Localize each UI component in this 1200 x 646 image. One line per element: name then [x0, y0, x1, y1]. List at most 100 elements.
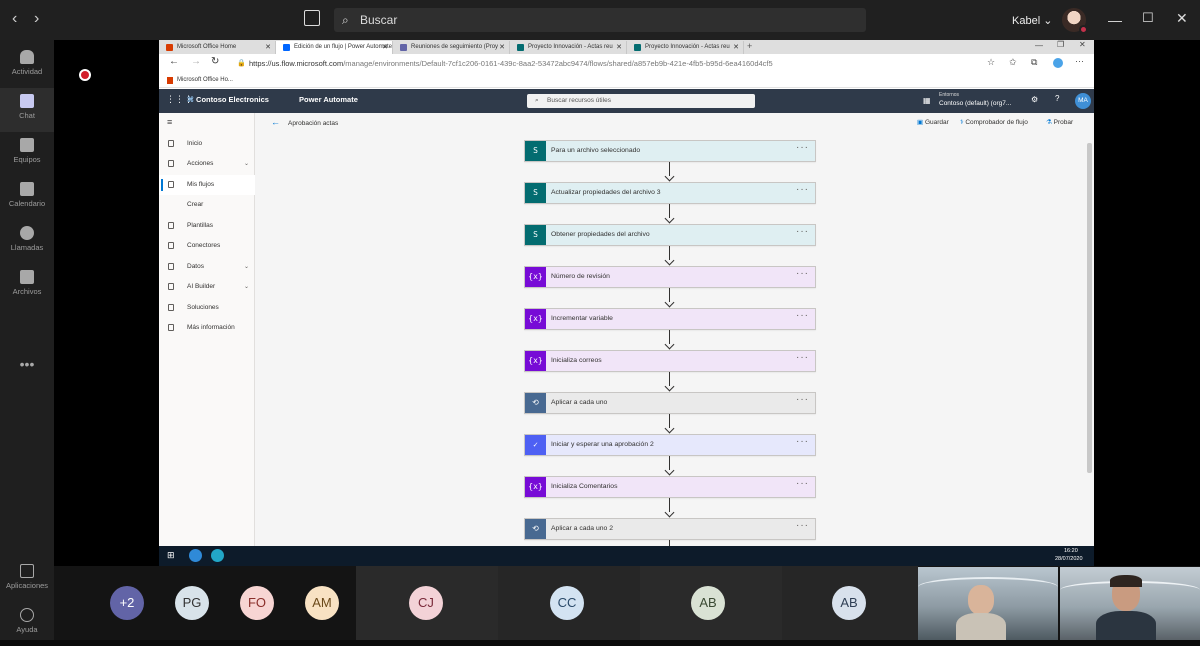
browser-tab[interactable]: Proyecto Innovación - Actas reu ✕ — [627, 41, 744, 54]
flow-step-card[interactable]: {x} Incrementar variable ··· — [524, 308, 816, 330]
rail-item-aplicaciones[interactable]: Aplicaciones — [0, 558, 54, 602]
forward-icon[interactable]: → — [191, 56, 201, 67]
org-name[interactable]: ⌘ Contoso Electronics — [187, 95, 269, 104]
minimize-icon[interactable]: — — [1108, 12, 1122, 28]
participant-avatar[interactable]: CJ — [409, 586, 443, 620]
nav-item-ai-builder[interactable]: AI Builder ⌄ — [159, 277, 255, 297]
step-menu-icon[interactable]: ··· — [796, 222, 809, 242]
nav-item-acciones[interactable]: Acciones ⌄ — [159, 154, 255, 174]
step-menu-icon[interactable]: ··· — [796, 432, 809, 452]
edge-icon[interactable] — [189, 549, 202, 562]
browser-tab[interactable]: Microsoft Office Home ✕ — [159, 41, 276, 54]
nav-item-plantillas[interactable]: Plantillas — [159, 216, 255, 236]
star-icon[interactable]: ☆ — [987, 57, 995, 68]
close-tab-icon[interactable]: ✕ — [265, 43, 271, 51]
step-menu-icon[interactable]: ··· — [796, 180, 809, 200]
forward-icon[interactable]: › — [34, 10, 39, 28]
rail-item-llamadas[interactable]: Llamadas — [0, 220, 54, 264]
flow-step-card[interactable]: S Para un archivo seleccionado ··· — [524, 140, 816, 162]
participant-avatar[interactable]: AM — [305, 586, 339, 620]
flow-step-card[interactable]: {x} Inicializa correos ··· — [524, 350, 816, 372]
close-tab-icon[interactable]: ✕ — [382, 43, 388, 51]
search-input[interactable]: ⌕ Buscar — [334, 8, 866, 32]
flow-connector-arrow — [665, 288, 675, 308]
participant-avatar[interactable]: +2 — [110, 586, 144, 620]
nav-item-inicio[interactable]: Inicio — [159, 134, 255, 154]
nav-item-crear[interactable]: Crear — [159, 195, 255, 215]
step-label: Número de revisión — [551, 273, 610, 280]
step-menu-icon[interactable]: ··· — [796, 306, 809, 326]
profile-icon[interactable] — [1053, 58, 1063, 68]
nav-item-conectores[interactable]: Conectores — [159, 236, 255, 256]
windows-start-icon[interactable]: ⊞ — [167, 550, 175, 561]
close-icon[interactable]: ✕ — [1176, 10, 1188, 27]
url-field[interactable]: 🔒 https://us.flow.microsoft.com/manage/en… — [237, 57, 967, 71]
browser-tab[interactable]: Proyecto Innovación - Actas reu ✕ — [510, 41, 627, 54]
step-menu-icon[interactable]: ··· — [796, 516, 809, 536]
flow-step-card[interactable]: {x} Inicializa Comentarios ··· — [524, 476, 816, 498]
rail-item-calendario[interactable]: Calendario — [0, 176, 54, 220]
rail-item-equipos[interactable]: Equipos — [0, 132, 54, 176]
participant-avatar[interactable]: PG — [175, 586, 209, 620]
flow-step-card[interactable]: ✓ Iniciar y esperar una aprobación 2 ··· — [524, 434, 816, 456]
refresh-icon[interactable]: ↻ — [211, 56, 219, 67]
favorites-icon[interactable]: ✩ — [1009, 57, 1017, 68]
flow-step-card[interactable]: S Obtener propiedades del archivo ··· — [524, 224, 816, 246]
step-menu-icon[interactable]: ··· — [796, 390, 809, 410]
avatar[interactable] — [1062, 8, 1088, 34]
close-tab-icon[interactable]: ✕ — [616, 43, 622, 51]
product-name[interactable]: Power Automate — [299, 95, 358, 104]
maximize-icon[interactable]: ☐ — [1142, 10, 1154, 26]
flow-step-card[interactable]: {x} Número de revisión ··· — [524, 266, 816, 288]
rail-item-chat[interactable]: Chat — [0, 88, 54, 132]
participant-avatar[interactable]: FO — [240, 586, 274, 620]
nav-item-mas-informacion[interactable]: Más información — [159, 318, 255, 338]
teams-rail: Actividad Chat Equipos Calendario Llamad… — [0, 40, 54, 640]
nav-item-soluciones[interactable]: Soluciones — [159, 298, 255, 318]
nav-item-datos[interactable]: Datos ⌄ — [159, 257, 255, 277]
user-name[interactable]: Kabel ⌄ — [1012, 14, 1052, 27]
settings-icon[interactable]: ⚙ — [1031, 95, 1038, 104]
more-apps-icon[interactable]: ••• — [0, 356, 54, 372]
back-icon[interactable]: ‹ — [12, 10, 17, 28]
flow-step-card[interactable]: ⟲ Aplicar a cada uno 2 ··· — [524, 518, 816, 540]
nav-item-mis-flujos[interactable]: Mis flujos — [159, 175, 255, 195]
participant-avatar[interactable]: AB — [691, 586, 725, 620]
participant-avatar[interactable]: CC — [550, 586, 584, 620]
more-icon[interactable]: ··· — [1075, 56, 1084, 66]
scrollbar[interactable] — [1087, 143, 1092, 473]
close-tab-icon[interactable]: ✕ — [733, 43, 739, 51]
participant-avatar[interactable]: AB — [832, 586, 866, 620]
close-tab-icon[interactable]: ✕ — [499, 43, 505, 51]
flow-step-card[interactable]: S Actualizar propiedades del archivo 3 ··· — [524, 182, 816, 204]
avatar[interactable]: MA — [1075, 93, 1091, 109]
back-icon[interactable]: ← — [169, 56, 179, 67]
new-chat-icon[interactable] — [304, 10, 320, 26]
approval-icon: ✓ — [525, 435, 546, 455]
step-menu-icon[interactable]: ··· — [796, 348, 809, 368]
browser-tab[interactable]: Reuniones de seguimiento (Proy ✕ — [393, 41, 510, 54]
env-selector[interactable]: Contoso (default) (org7... — [939, 100, 1011, 107]
participant-video[interactable] — [1060, 567, 1200, 640]
edge-icon-2[interactable] — [211, 549, 224, 562]
search-icon: ⌕ — [342, 13, 349, 27]
step-menu-icon[interactable]: ··· — [796, 264, 809, 284]
participant-video[interactable] — [918, 567, 1058, 640]
rail-item-actividad[interactable]: Actividad — [0, 44, 54, 88]
step-menu-icon[interactable]: ··· — [796, 474, 809, 494]
flow-connector-arrow — [665, 204, 675, 224]
help-icon[interactable]: ? — [1055, 94, 1059, 103]
close-icon[interactable]: ✕ — [1079, 40, 1086, 49]
hamburger-icon[interactable]: ≡ — [167, 117, 172, 127]
collections-icon[interactable]: ⧉ — [1031, 57, 1037, 68]
flow-step-card[interactable]: ⟲ Aplicar a cada uno ··· — [524, 392, 816, 414]
minimize-icon[interactable]: — — [1035, 41, 1043, 50]
step-menu-icon[interactable]: ··· — [796, 138, 809, 158]
rail-item-archivos[interactable]: Archivos — [0, 264, 54, 308]
favorite-link[interactable]: Microsoft Office Ho... — [177, 77, 233, 83]
new-tab-icon[interactable]: + — [747, 41, 752, 51]
pa-search-input[interactable]: ⌕ Buscar recursos útiles — [527, 94, 755, 108]
rail-item-ayuda[interactable]: Ayuda — [0, 602, 54, 646]
browser-tab[interactable]: Edición de un flujo | Power Automate ✕ — [276, 41, 393, 54]
restore-icon[interactable]: ❐ — [1057, 40, 1064, 49]
